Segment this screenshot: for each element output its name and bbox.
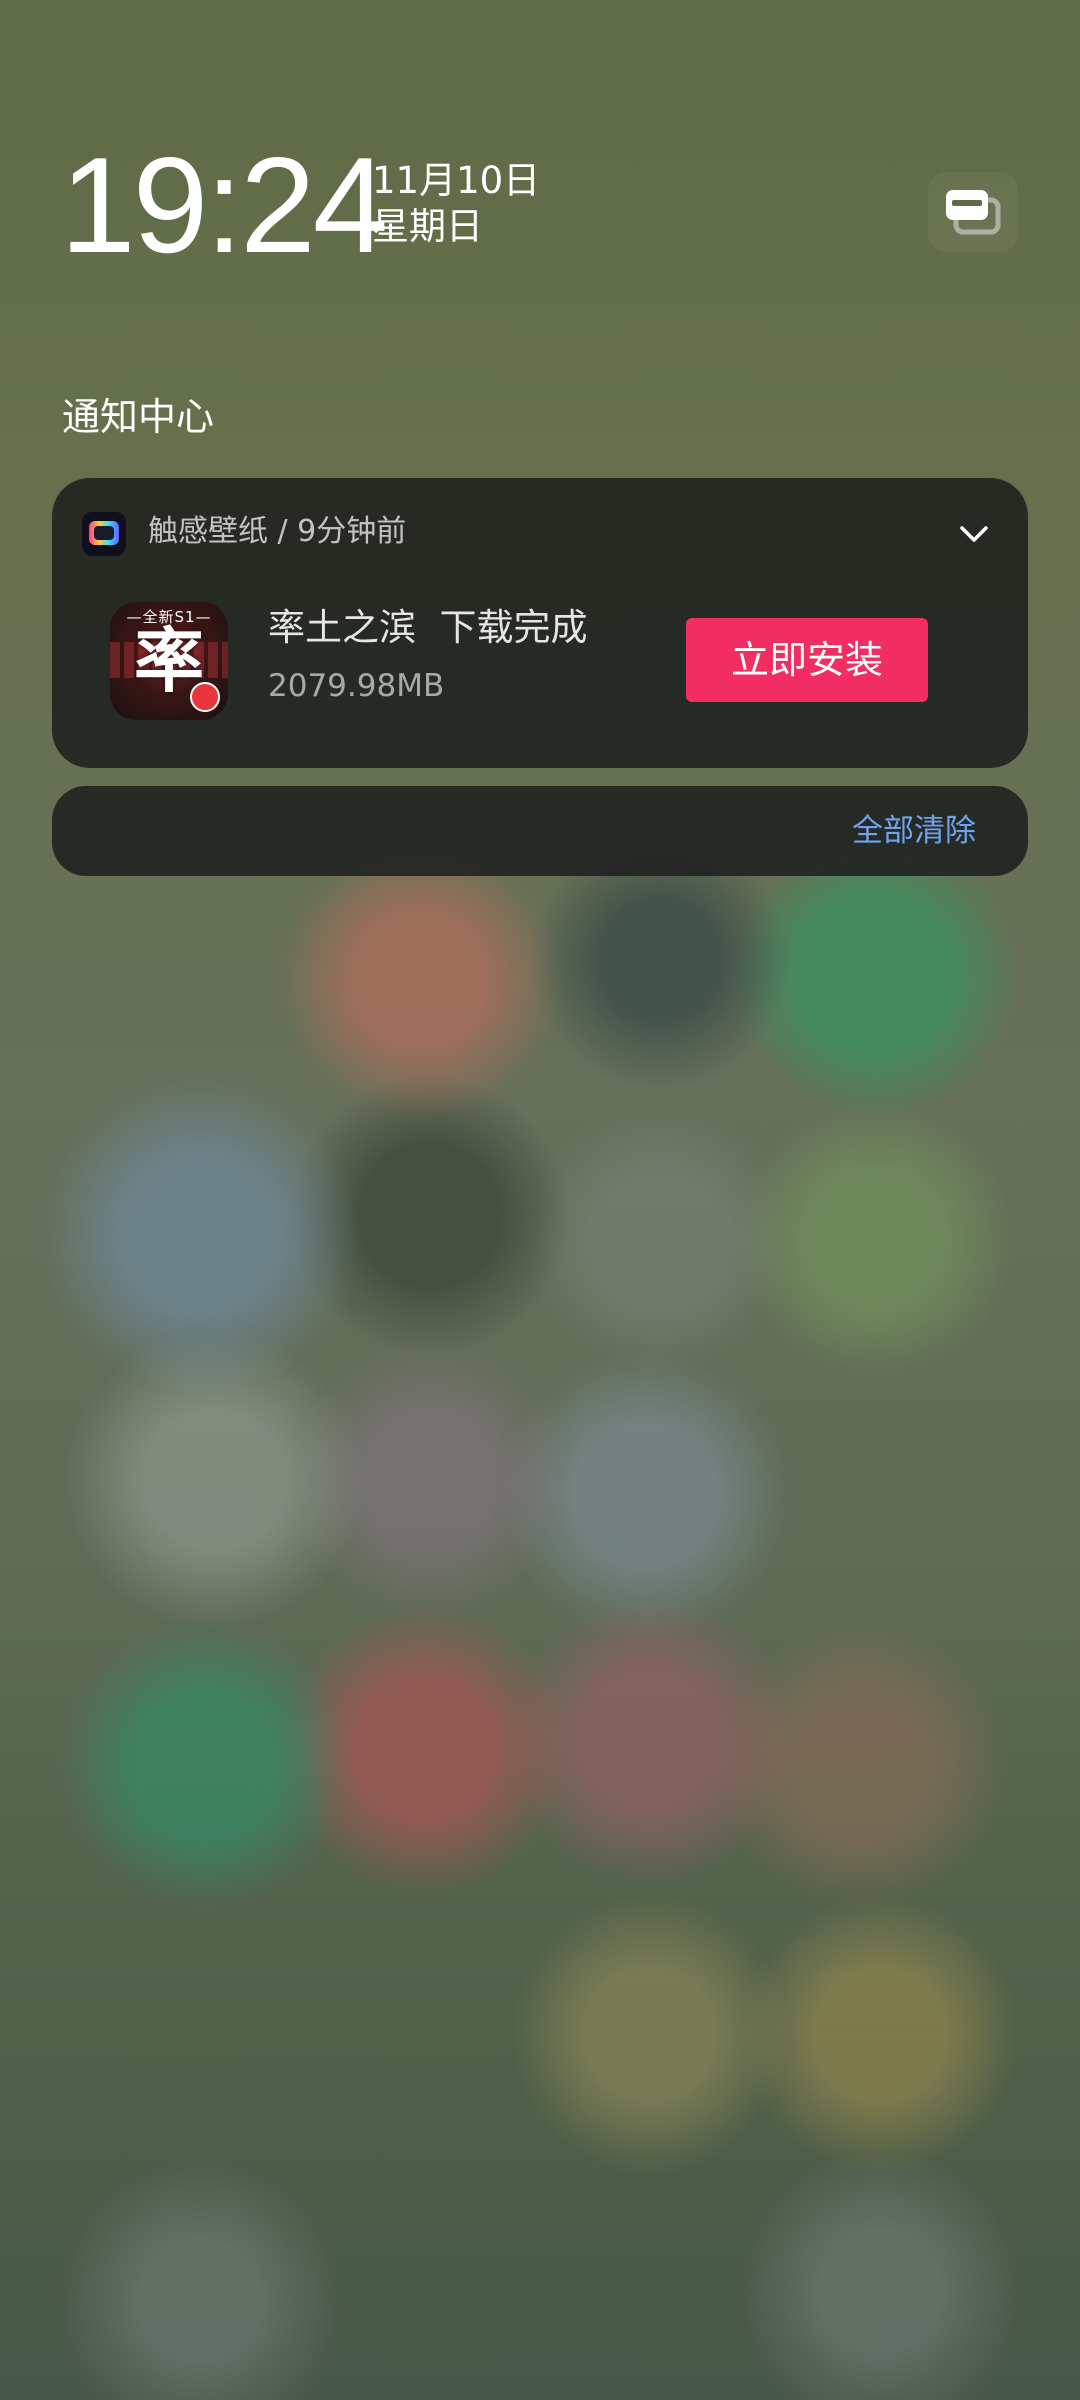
- weekday-text: 星期日: [372, 205, 483, 248]
- chevron-down-icon[interactable]: [954, 518, 994, 548]
- notification-center-title: 通知中心: [62, 395, 215, 439]
- notification-title: 率土之滨 下载完成: [268, 606, 588, 649]
- wallpaper-app-icon: [82, 512, 126, 556]
- download-size: 2079.98MB: [268, 668, 445, 704]
- notification-header: 触感壁纸 / 9分钟前: [148, 514, 407, 549]
- install-now-button[interactable]: 立即安装: [686, 618, 928, 702]
- notification-style-toggle-icon: [946, 190, 1001, 235]
- clear-all-bar: 全部清除: [52, 786, 1028, 876]
- game-app-icon: —全新S1— 率: [110, 602, 228, 720]
- date-block: 11月10日 星期日: [372, 158, 540, 250]
- date-text: 11月10日: [372, 159, 541, 202]
- publisher-logo-icon: [190, 682, 220, 712]
- download-notification-card[interactable]: 触感壁纸 / 9分钟前 —全新S1— 率 率土之滨 下载完成 2079.98MB…: [52, 478, 1028, 768]
- clock-time: 19:24: [60, 129, 388, 281]
- clear-all-button[interactable]: 全部清除: [852, 806, 976, 856]
- notification-style-toggle-button[interactable]: [928, 172, 1018, 252]
